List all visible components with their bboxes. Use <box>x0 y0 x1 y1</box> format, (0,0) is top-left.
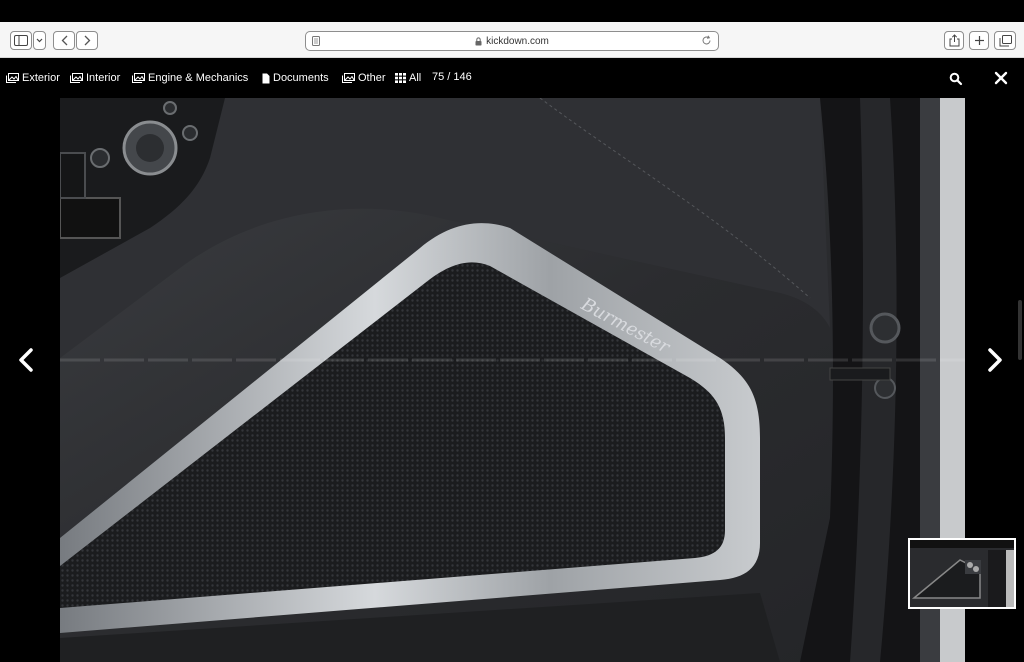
thumbnail-image <box>910 540 1014 607</box>
share-icon <box>949 34 959 47</box>
page-icon <box>312 36 320 46</box>
sidebar-icon <box>14 35 28 46</box>
thumbnail-preview[interactable] <box>908 538 1016 609</box>
browser-toolbar: kickdown.com <box>0 22 1024 58</box>
tab-exterior[interactable]: Exterior <box>6 71 60 85</box>
scrollbar[interactable] <box>1018 300 1022 360</box>
tab-interior[interactable]: Interior <box>70 71 120 85</box>
image-icon <box>342 73 355 83</box>
image-icon <box>70 73 83 83</box>
gallery-main-photo[interactable]: Burmester <box>60 98 965 662</box>
image-icon <box>132 73 145 83</box>
chevron-down-icon <box>36 38 43 43</box>
back-button[interactable] <box>53 31 75 50</box>
next-image-arrow-icon[interactable] <box>983 345 1007 375</box>
new-tab-button[interactable] <box>969 31 989 50</box>
back-icon <box>61 35 67 46</box>
tab-label: Interior <box>86 72 121 84</box>
car-door-speaker-photo: Burmester <box>60 98 965 662</box>
tab-other[interactable]: Other <box>342 71 386 85</box>
tab-label: All <box>409 72 422 84</box>
tab-label: Other <box>358 72 386 84</box>
tab-all[interactable]: All <box>395 71 421 85</box>
previous-image-arrow-icon[interactable] <box>14 345 38 375</box>
zoom-search-icon[interactable] <box>949 72 963 86</box>
forward-icon <box>84 35 90 46</box>
grid-icon <box>395 73 406 83</box>
close-icon[interactable] <box>993 70 1009 86</box>
address-bar[interactable]: kickdown.com <box>305 31 719 51</box>
sidebar-menu-button[interactable] <box>33 31 46 50</box>
gallery-category-nav: Exterior Interior Engine & Mechanics Doc… <box>0 58 1024 98</box>
tab-label: Documents <box>273 72 329 84</box>
tab-engine-mechanics[interactable]: Engine & Mechanics <box>132 71 248 85</box>
plus-icon <box>974 36 984 45</box>
forward-button[interactable] <box>76 31 98 50</box>
tab-documents[interactable]: Documents <box>262 71 329 85</box>
image-counter: 75 / 146 <box>432 71 472 83</box>
tab-label: Exterior <box>22 72 60 84</box>
url-text: kickdown.com <box>486 35 549 47</box>
tab-overview-button[interactable] <box>994 31 1016 50</box>
reload-icon[interactable] <box>701 35 712 46</box>
document-icon <box>262 73 270 83</box>
top-black-strip <box>0 0 1024 22</box>
tabs-overview-icon <box>999 34 1012 46</box>
sidebar-toggle-button[interactable] <box>10 31 32 50</box>
image-icon <box>6 73 19 83</box>
tab-label: Engine & Mechanics <box>148 72 249 84</box>
share-button[interactable] <box>944 31 964 50</box>
lock-icon <box>475 36 482 45</box>
